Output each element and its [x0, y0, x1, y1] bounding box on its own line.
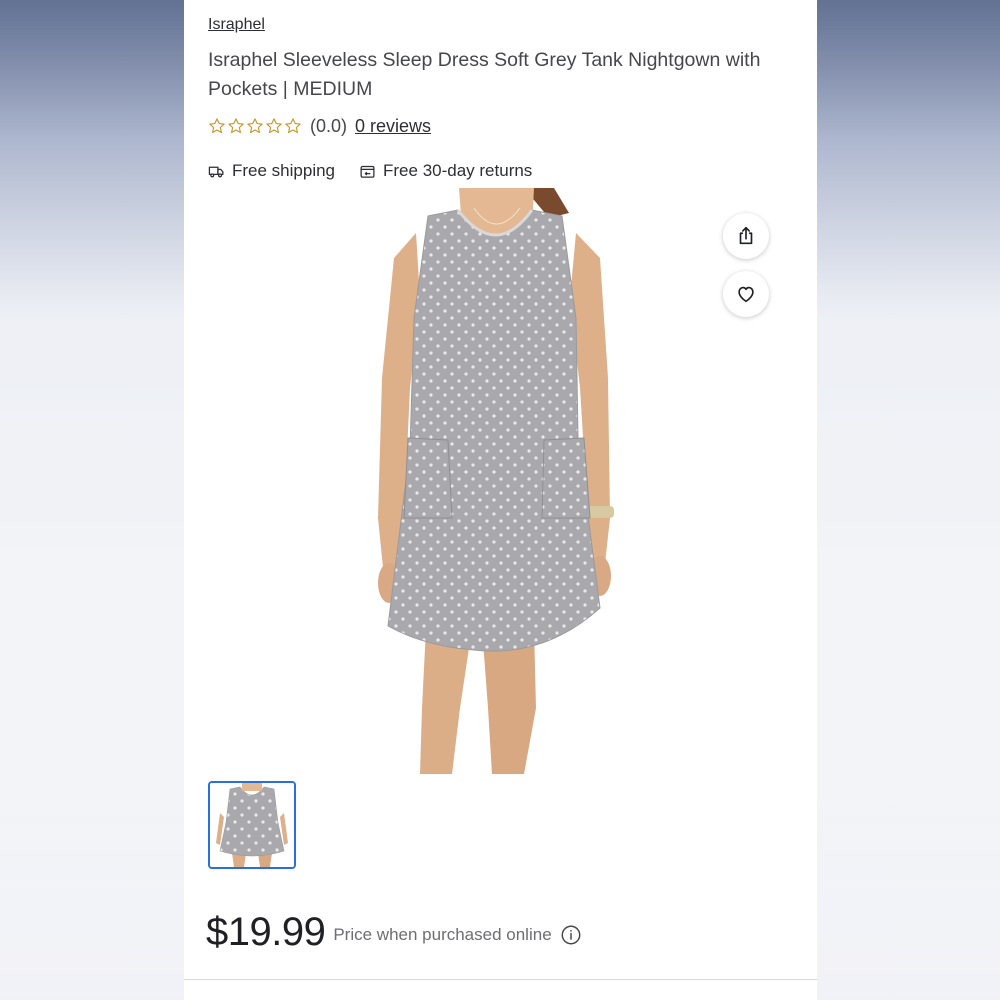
background-blur-left — [0, 0, 184, 1000]
free-shipping-badge: Free shipping — [208, 161, 335, 181]
price-note: Price when purchased online — [333, 925, 552, 944]
free-returns-badge: Free 30-day returns — [359, 161, 532, 181]
favorite-button[interactable] — [723, 271, 769, 317]
product-card: Israphel Israphel Sleeveless Sleep Dress… — [184, 0, 817, 1000]
shipping-row: Free shipping Free 30-day returns — [208, 158, 532, 184]
info-icon[interactable] — [560, 924, 582, 946]
star-outline-icon — [209, 118, 225, 134]
star-outline-icon — [247, 118, 263, 134]
star-rating — [208, 117, 302, 135]
rating-row: (0.0) 0 reviews — [208, 113, 431, 139]
thumbnail-image — [210, 783, 294, 867]
returns-icon — [360, 165, 375, 178]
brand-link[interactable]: Israphel — [208, 16, 265, 34]
product-title: Israphel Sleeveless Sleep Dress Soft Gre… — [208, 49, 761, 100]
reviews-link[interactable]: 0 reviews — [355, 116, 431, 137]
share-icon — [739, 226, 753, 245]
product-price: $19.99 — [206, 909, 326, 954]
free-shipping-label: Free shipping — [232, 161, 336, 180]
product-main-image[interactable] — [364, 188, 634, 774]
heart-icon — [738, 286, 754, 303]
divider — [184, 979, 817, 980]
star-outline-icon — [266, 118, 282, 134]
star-outline-icon — [228, 118, 244, 134]
rating-value: (0.0) — [310, 115, 348, 136]
product-thumbnail[interactable] — [208, 781, 296, 869]
star-outline-icon — [285, 118, 301, 134]
price-row: $19.99 Price when purchased online — [206, 906, 582, 958]
free-returns-label: Free 30-day returns — [383, 161, 533, 180]
share-button[interactable] — [723, 213, 769, 259]
background-blur-right — [817, 0, 1000, 1000]
truck-icon — [208, 166, 224, 177]
